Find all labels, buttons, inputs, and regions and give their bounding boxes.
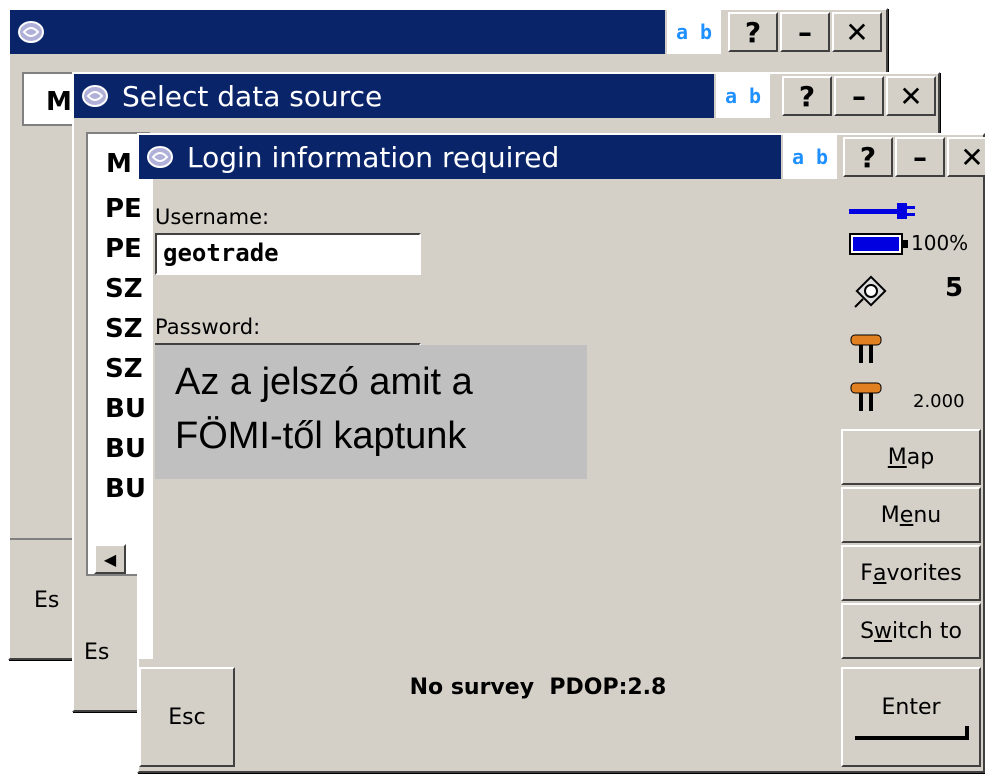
password-label: Password: (155, 315, 261, 339)
help-button[interactable]: ? (843, 137, 893, 177)
mid-minimize-button[interactable]: – (834, 76, 884, 116)
status-panel: 100% 5 2.000 (841, 181, 981, 425)
esc-button-label: Esc (168, 704, 206, 730)
list-item[interactable]: PE (105, 189, 142, 229)
username-label: Username: (155, 205, 270, 229)
back-ab-indicator: a b (667, 10, 721, 54)
battery-icon (849, 233, 909, 259)
login-window-title: Login information required (187, 140, 560, 174)
antenna-icon (849, 379, 883, 417)
minimize-button[interactable]: – (895, 137, 945, 177)
map-button-label-post: ap (906, 444, 935, 470)
rose-logo-icon (14, 17, 48, 47)
menu-button-label-pre: M (880, 502, 900, 528)
list-item[interactable]: BU (105, 389, 146, 429)
satellite-icon (851, 271, 891, 315)
favorites-button-label-u: a (872, 560, 887, 586)
list-item[interactable]: BU (105, 429, 146, 469)
list-item[interactable]: BU (105, 469, 146, 509)
switch-to-button-label-u: w (874, 618, 893, 644)
receiver-icon (849, 331, 883, 369)
favorites-button[interactable]: Fa vorites (841, 545, 981, 601)
switch-to-button-label-pre: S (860, 618, 875, 644)
mid-esc-button[interactable]: Es (84, 640, 109, 665)
login-ab-indicator: a b (783, 135, 837, 179)
back-titlebar (10, 10, 665, 54)
status-bar: No survey PDOP:2.8 (409, 675, 667, 700)
antenna-height: 2.000 (913, 391, 965, 412)
close-button[interactable]: ✕ (947, 137, 985, 177)
power-plug-icon (849, 201, 915, 225)
annotation-line-2: FÖMI-től kaptunk (175, 415, 467, 457)
mid-titlebar: Select data source (74, 74, 714, 118)
switch-to-button-label-post: itch to (892, 618, 962, 644)
map-button-label-u: M (887, 444, 907, 470)
list-item[interactable]: SZ (105, 309, 143, 349)
login-titlebar: Login information required (139, 135, 781, 179)
mid-help-button[interactable]: ? (782, 76, 832, 116)
list-item[interactable]: PE (105, 229, 142, 269)
list-item[interactable]: SZ (105, 349, 143, 389)
switch-to-button[interactable]: Sw itch to (841, 603, 981, 659)
enter-button[interactable]: Enter (841, 667, 981, 767)
login-window: Login information required a b ? – ✕ PE … (105, 133, 985, 773)
menu-button-label-post: nu (913, 502, 942, 528)
back-close-button[interactable]: ✕ (832, 12, 882, 52)
annotation-box: Az a jelszó amit a FÖMI-től kaptunk (155, 345, 587, 479)
satellite-count: 5 (945, 273, 964, 303)
favorites-button-label-pre: F (860, 560, 873, 586)
username-field[interactable]: geotrade (155, 233, 421, 275)
back-column-header: M (46, 87, 72, 117)
enter-key-icon (855, 725, 969, 740)
menu-button[interactable]: Me nu (841, 487, 981, 543)
enter-button-label: Enter (881, 694, 941, 720)
back-help-button[interactable]: ? (728, 12, 778, 52)
annotation-line-1: Az a jelszó amit a (175, 361, 473, 403)
map-button[interactable]: Map (841, 429, 981, 485)
battery-percent: 100% (911, 231, 969, 255)
favorites-button-label-post: vorites (886, 560, 962, 586)
mid-ab-indicator: a b (716, 74, 770, 118)
menu-button-label-u: e (899, 502, 914, 528)
rose-logo-icon (143, 142, 177, 172)
mid-column-header: M (106, 149, 132, 179)
list-item[interactable]: SZ (105, 269, 143, 309)
esc-button[interactable]: Esc (139, 667, 235, 767)
back-esc-button[interactable]: Es (34, 588, 59, 613)
mid-close-button[interactable]: ✕ (886, 76, 936, 116)
rose-logo-icon (78, 81, 112, 111)
back-minimize-button[interactable]: – (780, 12, 830, 52)
mid-scroll-left-icon[interactable]: ◀ (94, 544, 126, 574)
mid-window-title: Select data source (122, 79, 383, 113)
